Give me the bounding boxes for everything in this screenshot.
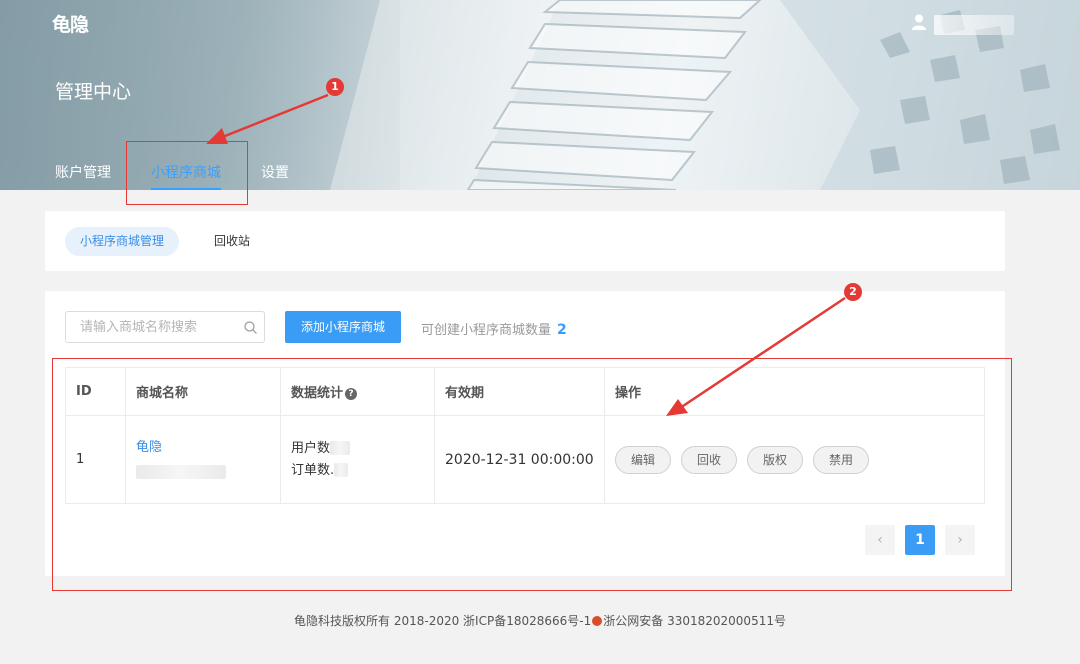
search-input[interactable] bbox=[80, 312, 240, 342]
footer-copyright[interactable]: 龟隐科技版权所有 2018-2020 浙ICP备18028666号-1 bbox=[294, 614, 591, 628]
nav-account-management[interactable]: 账户管理 bbox=[55, 162, 111, 190]
add-mall-button[interactable]: 添加小程序商城 bbox=[285, 311, 401, 343]
nav-settings[interactable]: 设置 bbox=[261, 162, 289, 190]
annotation-box-table bbox=[52, 358, 1012, 591]
user-icon bbox=[912, 14, 926, 30]
user-name-redacted bbox=[934, 15, 1014, 35]
page-title: 管理中心 bbox=[55, 81, 132, 103]
footer-police-record[interactable]: 浙公网安备 33018202000511号 bbox=[603, 614, 786, 628]
quota-text: 可创建小程序商城数量 2 bbox=[421, 319, 567, 338]
search-box bbox=[65, 311, 265, 343]
annotation-marker-1: 1 bbox=[326, 78, 344, 96]
subtabs-card: 小程序商城管理 回收站 bbox=[45, 211, 1005, 271]
quota-label: 可创建小程序商城数量 bbox=[421, 323, 552, 338]
annotation-box-nav bbox=[126, 141, 248, 205]
quota-count: 2 bbox=[557, 322, 567, 338]
annotation-marker-2: 2 bbox=[844, 283, 862, 301]
subtab-recycle-bin[interactable]: 回收站 bbox=[199, 227, 265, 256]
logo[interactable]: 龟隐 bbox=[52, 10, 89, 37]
footer: 龟隐科技版权所有 2018-2020 浙ICP备18028666号-1 浙公网安备… bbox=[0, 612, 1080, 629]
police-badge-icon bbox=[592, 616, 603, 626]
search-icon[interactable] bbox=[244, 321, 257, 334]
subtab-mall-management[interactable]: 小程序商城管理 bbox=[65, 227, 180, 256]
